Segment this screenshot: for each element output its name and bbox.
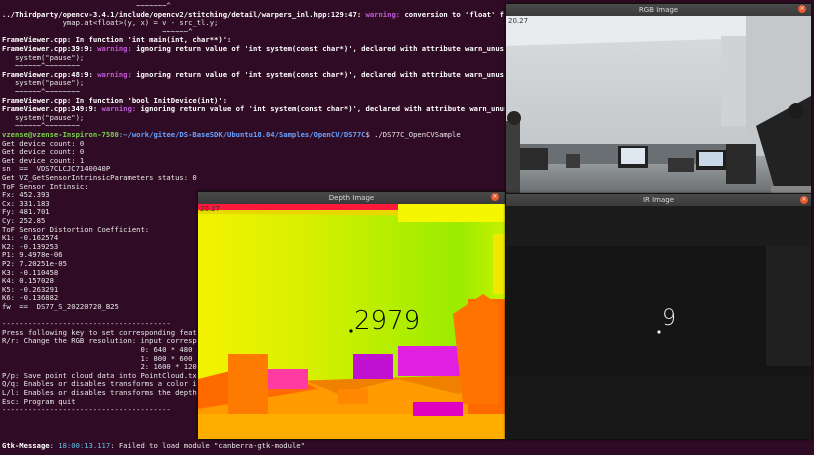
rgb-image-view: 20.27 (506, 16, 811, 194)
warning-tag: warning: (97, 69, 137, 79)
terminal-text: --------------------------------------- (2, 405, 171, 415)
gtk-message-tag: Gtk-Message (2, 441, 50, 450)
ir-close-icon[interactable]: × (800, 196, 808, 204)
gtk-message-text: Failed to load module "canberra-gtk-modu… (118, 441, 305, 450)
warning-tag: warning: (101, 104, 141, 114)
ir-grayscale-image (506, 206, 811, 439)
rgb-timestamp: 20.27 (508, 17, 529, 25)
rgb-window-title: RGB Image (638, 6, 679, 14)
rgb-camera-image (506, 16, 811, 194)
terminal-text: fw == DS77_S_20220720_B25 (2, 302, 119, 311)
warning-tag: warning: (97, 44, 137, 53)
rgb-window-titlebar[interactable]: RGB Image (506, 4, 811, 16)
depth-close-icon[interactable]: × (491, 193, 499, 201)
terminal-line: --------------------------------------- (2, 405, 171, 415)
prompt-command: $ ./DS77C_OpenCVSample (365, 130, 461, 139)
depth-window-titlebar[interactable]: Depth Image (198, 192, 505, 204)
depth-timestamp: 20.27 (200, 205, 221, 213)
depth-window-title: Depth Image (328, 194, 375, 202)
ir-image-view: 9 (506, 206, 811, 439)
warning-text: ignoring return value of 'int system(con… (140, 104, 509, 114)
ir-window-titlebar[interactable]: IR Image × (506, 194, 811, 206)
depth-image-view: 20.27 2979 (198, 204, 505, 439)
depth-image-window[interactable]: Depth Image 20.27 2979 (197, 191, 506, 440)
rgb-image-window[interactable]: RGB Image 20.27 (505, 3, 812, 195)
ir-window-title: IR Image (642, 196, 675, 204)
gtk-message-time: 18:00:13.117 (58, 441, 111, 450)
warning-text: ignoring return value of 'int system(con… (136, 69, 504, 79)
depth-probe-point (349, 329, 353, 333)
prompt-path: :~/work/gitee/DS-BaseSDK/Ubuntu18.04/Sam… (118, 130, 366, 139)
depth-colormap-image (198, 204, 505, 439)
warning-text: conversion to 'float' fr (404, 9, 509, 19)
gtk-message-line: Gtk-Message: 18:00:13.117: Failed to loa… (2, 441, 305, 450)
depth-reading: 2979 (354, 306, 421, 336)
rgb-close-icon[interactable]: × (798, 5, 806, 13)
warning-tag: warning: (365, 9, 405, 19)
ir-image-window[interactable]: IR Image × 9 (505, 193, 812, 440)
warning-text: ignoring return value of 'int system(con… (136, 44, 504, 53)
terminal-line: fw == DS77_S_20220720_B25 (2, 302, 119, 312)
ir-reading: 9 (662, 306, 676, 331)
ir-probe-point (657, 330, 661, 334)
